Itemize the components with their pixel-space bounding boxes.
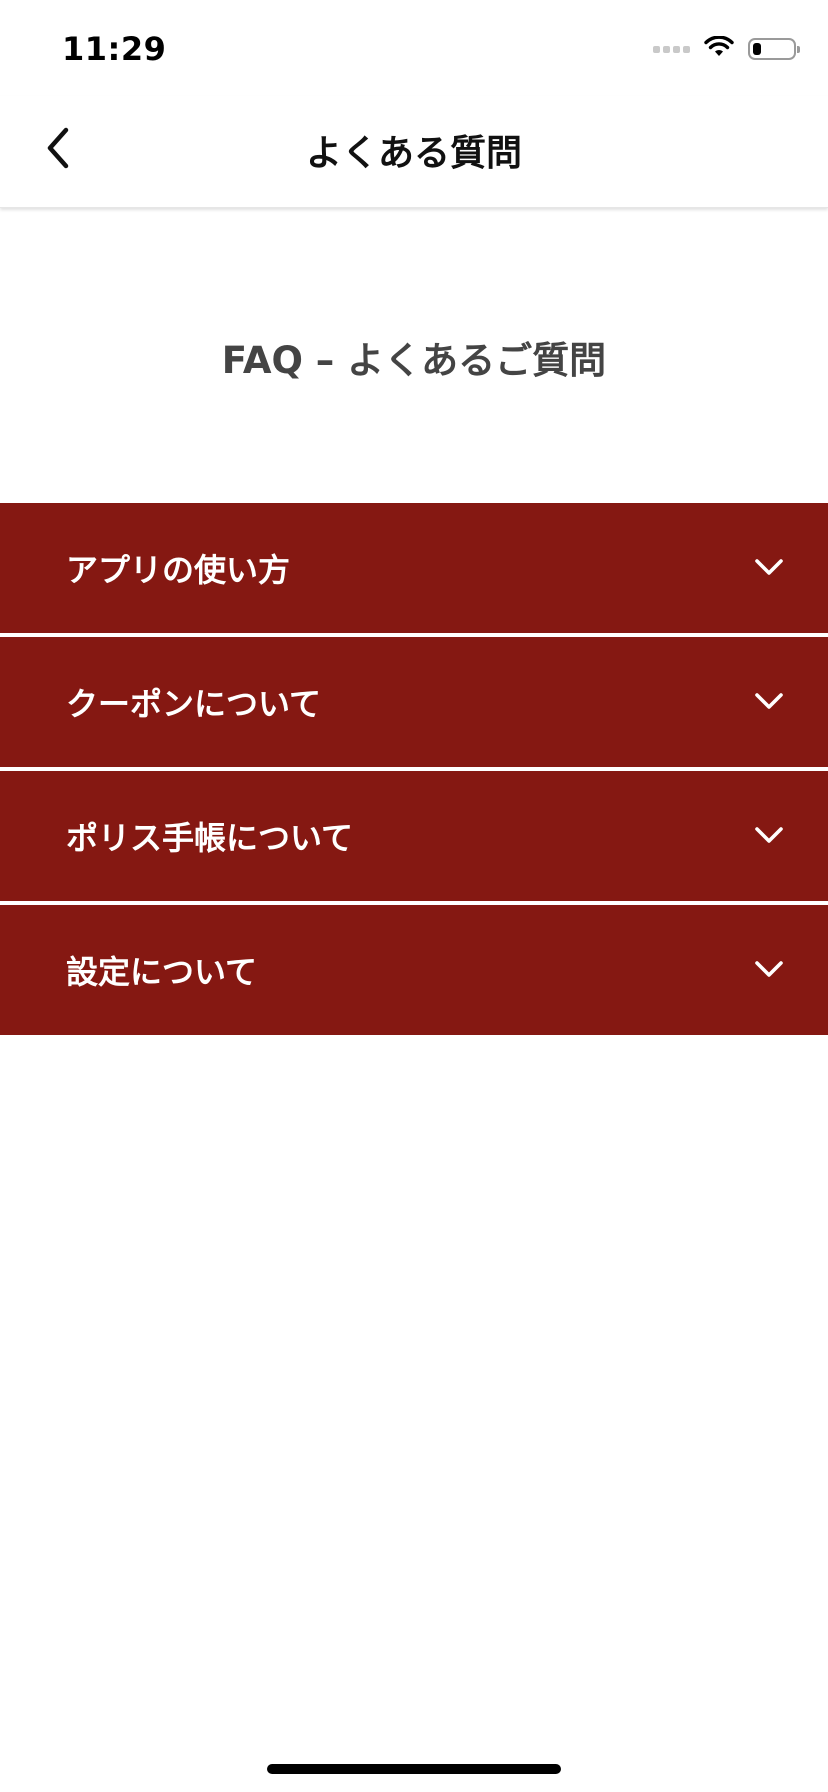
accordion-item-label: アプリの使い方 [66, 551, 291, 589]
faq-heading: FAQ – よくあるご質問 [221, 339, 607, 382]
accordion-item-label: 設定について [66, 953, 258, 991]
battery-icon [748, 38, 800, 60]
status-bar: 11:29 [0, 0, 828, 96]
status-time: 11:29 [62, 30, 167, 68]
faq-screen: 11:29 よくある質問 FAQ – よくあるご質問 アプリの使い方 クーポンに… [0, 0, 828, 1792]
battery-level [753, 43, 761, 55]
chevron-down-icon [755, 693, 783, 709]
accordion-item-label: クーポンについて [66, 685, 322, 723]
chevron-down-icon [755, 559, 783, 575]
accordion-item-label: ポリス手帳について [66, 819, 354, 857]
wifi-icon [704, 35, 734, 62]
home-indicator[interactable] [267, 1764, 561, 1774]
chevron-down-icon [755, 827, 783, 843]
navigation-bar: よくある質問 [0, 96, 828, 208]
page-title: よくある質問 [305, 133, 522, 174]
accordion-item-coupons[interactable]: クーポンについて [0, 637, 828, 767]
accordion-item-settings[interactable]: 設定について [0, 905, 828, 1035]
accordion-item-police-notebook[interactable]: ポリス手帳について [0, 771, 828, 901]
cellular-signal-icon [653, 45, 690, 53]
faq-accordion: アプリの使い方 クーポンについて ポリス手帳について 設定について [0, 503, 828, 1035]
accordion-item-app-usage[interactable]: アプリの使い方 [0, 503, 828, 633]
chevron-down-icon [755, 961, 783, 977]
status-icons [653, 35, 800, 62]
